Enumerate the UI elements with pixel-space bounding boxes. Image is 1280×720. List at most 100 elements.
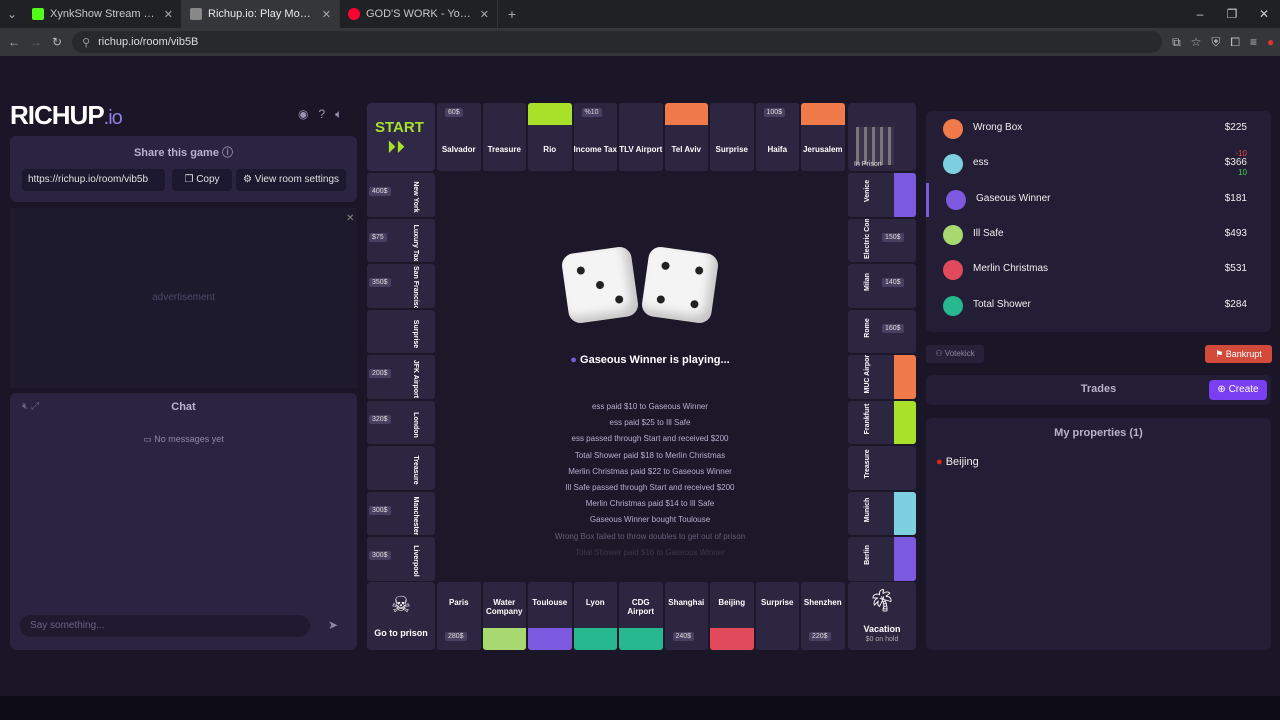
board-cell-bottom-3[interactable]: Lyon <box>573 582 617 650</box>
board-cell-left-4[interactable]: JFK Airport 200$ <box>367 355 435 399</box>
board-cell-top-0[interactable]: Salvador 60$ <box>437 103 481 171</box>
tab-title: Richup.io: Play Monopoly A <box>208 8 316 20</box>
chat-input[interactable]: Say something... <box>20 615 310 637</box>
player-avatar <box>946 189 966 210</box>
board-cell-left-2[interactable]: San Francisco 350$ <box>367 264 435 308</box>
board-cell-left-6[interactable]: Treasure <box>367 446 435 490</box>
browser-tab-1[interactable]: Richup.io: Play Monopoly A ✕ <box>182 0 340 28</box>
game-log: ess paid $10 to Gaseous Winner ess paid $… <box>530 399 770 561</box>
board-cell-bottom-1[interactable]: Water Company <box>482 582 526 650</box>
back-icon[interactable]: ← <box>8 35 20 49</box>
board-cell-top-7[interactable]: Haifa 100$ <box>755 103 799 171</box>
browser-tab-2[interactable]: GOD'S WORK - YouTube M ✕ <box>340 0 498 28</box>
board-cell-right-0[interactable]: Venice <box>848 173 916 217</box>
votekick-button[interactable]: ⚇ Votekick <box>926 345 984 363</box>
close-tab-icon[interactable]: ✕ <box>322 8 331 21</box>
profile-icon[interactable]: ● <box>1267 35 1274 49</box>
cell-name: Tel Aviv <box>671 145 702 154</box>
board-cell-right-3[interactable]: Rome 160$ <box>848 309 916 353</box>
board-cell-right-1[interactable]: Electric Company 150$ <box>848 218 916 262</box>
board-cell-top-8[interactable]: Jerusalem <box>801 103 845 171</box>
board-cell-left-5[interactable]: London 320$ <box>367 400 435 444</box>
sound-icon[interactable]: 🔈︎ <box>335 107 342 122</box>
color-band <box>619 628 663 650</box>
close-tab-icon[interactable]: ✕ <box>480 8 489 21</box>
extension-icon[interactable]: ⛨ <box>1211 35 1220 50</box>
media-icon[interactable]: ≡ <box>1250 35 1257 49</box>
color-band <box>894 491 916 535</box>
help-icon[interactable]: ? <box>318 107 325 122</box>
copy-button[interactable]: ❐ Copy <box>172 169 232 191</box>
bankrupt-button[interactable]: ⚑ Bankrupt <box>1205 345 1272 363</box>
close-tab-icon[interactable]: ✕ <box>164 8 173 21</box>
board-cell-bottom-5[interactable]: Shanghai 240$ <box>664 582 708 650</box>
board-cell-top-1[interactable]: Treasure <box>482 103 526 171</box>
board-cell-bottom-4[interactable]: CDG Airport <box>619 582 663 650</box>
tab-search-icon[interactable]: ⌄ <box>0 7 24 21</box>
board-cell-bottom-8[interactable]: Shenzhen 220$ <box>801 582 845 650</box>
close-ad-icon[interactable]: ✕ <box>346 213 354 224</box>
share-link-field[interactable]: https://richup.io/room/vib5b <box>22 169 165 191</box>
board-cell-left-0[interactable]: New York 400$ <box>367 173 435 217</box>
board-cell-top-4[interactable]: TLV Airport <box>619 103 663 171</box>
board-cell-top-2[interactable]: Rio <box>528 103 572 171</box>
site-info-icon[interactable]: ⚲ <box>82 36 90 49</box>
close-window-button[interactable]: ✕ <box>1248 0 1280 28</box>
board-cell-left-7[interactable]: Manchester 300$ <box>367 491 435 535</box>
log-line: ess paid $10 to Gaseous Winner <box>591 402 709 411</box>
color-band <box>528 103 572 125</box>
translate-icon[interactable]: ⧉ <box>1172 35 1181 50</box>
cell-name: New York <box>412 181 419 213</box>
reload-icon[interactable]: ↻ <box>52 35 62 49</box>
new-tab-button[interactable]: + <box>498 6 526 22</box>
board-cell-right-4[interactable]: MUC Airport <box>848 355 916 399</box>
puzzle-icon[interactable]: ⧠ <box>1230 35 1240 50</box>
player-row[interactable]: Merlin Christmas $531 <box>926 253 1271 287</box>
board-cell-left-8[interactable]: Liverpool 300$ <box>367 537 435 581</box>
address-bar: ← → ↻ ⚲ richup.io/room/vib5B ⧉ ☆ ⛨ ⧠ ≡ ●… <box>0 28 1280 56</box>
board-cell-top-3[interactable]: Income Tax %10 <box>573 103 617 171</box>
board-cell-right-5[interactable]: Frankfurt <box>848 400 916 444</box>
player-row[interactable]: Ill Safe $493 <box>926 218 1271 252</box>
room-settings-button[interactable]: ⚙ View room settings <box>236 169 346 191</box>
browser-tab-0[interactable]: XynkShow Stream - Watch Live ✕ <box>24 0 182 28</box>
board-cell-left-1[interactable]: Luxury Tax $75 <box>367 218 435 262</box>
log-line: Gaseous Winner bought Toulouse <box>589 515 711 525</box>
send-icon[interactable]: ➤ <box>328 618 338 632</box>
board-cell-left-3[interactable]: Surprise <box>367 309 435 353</box>
create-trade-button[interactable]: ⊕ Create <box>1209 380 1267 400</box>
player-money: $493 <box>1224 227 1247 239</box>
board-cell-bottom-2[interactable]: Toulouse <box>528 582 572 650</box>
board-cell-bottom-0[interactable]: Paris 280$ <box>437 582 481 650</box>
info-icon[interactable]: ⓘ <box>222 147 233 159</box>
user-x-icon: ⚇ <box>935 349 943 358</box>
property-item[interactable]: ● Beijing <box>936 456 979 468</box>
forward-icon[interactable]: → <box>30 35 42 49</box>
player-row[interactable]: Gaseous Winner $181 <box>926 182 1271 217</box>
discord-icon[interactable]: ◉ <box>298 107 308 122</box>
cell-name: Beijing <box>718 598 746 607</box>
cell-name: San Francisco <box>412 266 419 308</box>
richup-logo[interactable]: RICHUP.io <box>10 100 123 131</box>
cell-name: Lyon <box>585 598 605 607</box>
board-cell-right-8[interactable]: Berlin <box>848 537 916 581</box>
player-row[interactable]: ess $366 -10 10 <box>926 147 1271 181</box>
url-text: richup.io/room/vib5B <box>98 36 199 48</box>
board-cell-right-2[interactable]: Milan 140$ <box>848 264 916 308</box>
minimize-button[interactable]: – <box>1184 0 1216 28</box>
board-cell-top-6[interactable]: Surprise <box>710 103 754 171</box>
player-row[interactable]: Wrong Box $225 <box>926 112 1271 146</box>
maximize-button[interactable]: ❐ <box>1216 0 1248 28</box>
url-field[interactable]: ⚲ richup.io/room/vib5B <box>72 31 1163 53</box>
board-cell-right-6[interactable]: Treasure <box>848 446 916 490</box>
board-cell-bottom-7[interactable]: Surprise <box>755 582 799 650</box>
in-prison-label: In Prison <box>854 161 882 168</box>
bookmark-star-icon[interactable]: ☆ <box>1191 35 1202 49</box>
cell-name: Haifa <box>767 145 788 154</box>
player-actions: ⚇ Votekick ⚑ Bankrupt <box>926 345 1272 363</box>
board-cell-bottom-6[interactable]: Beijing <box>710 582 754 650</box>
board-cell-right-7[interactable]: Munich <box>848 491 916 535</box>
board-cell-top-5[interactable]: Tel Aviv <box>664 103 708 171</box>
cell-name: Luxury Tax <box>412 224 419 261</box>
player-row[interactable]: Total Shower $284 <box>926 289 1271 323</box>
